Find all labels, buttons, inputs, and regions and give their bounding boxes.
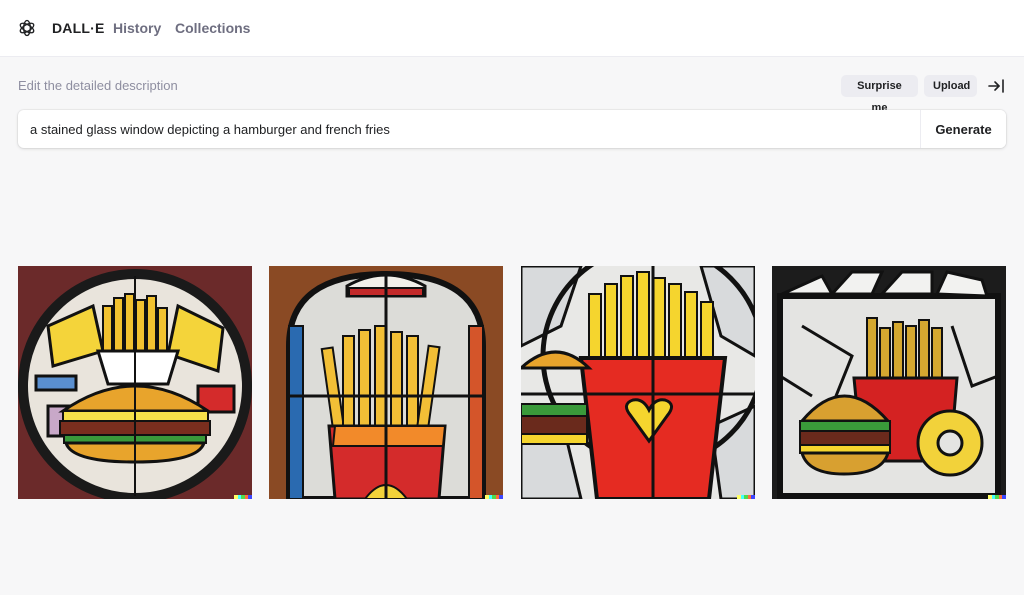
watermark — [485, 495, 503, 499]
generated-image — [18, 266, 252, 499]
arrow-to-right-icon[interactable] — [987, 78, 1005, 94]
nav-collections[interactable]: Collections — [175, 20, 250, 36]
generated-image — [521, 266, 755, 499]
prompt-label: Edit the detailed description — [18, 78, 178, 93]
watermark — [988, 495, 1006, 499]
result-image-2[interactable] — [269, 266, 503, 499]
result-image-4[interactable] — [772, 266, 1006, 499]
nav-history[interactable]: History — [113, 20, 161, 36]
generated-image — [269, 266, 503, 499]
prompt-bar: Generate — [18, 110, 1006, 148]
upload-button[interactable]: Upload — [924, 75, 977, 97]
result-image-3[interactable] — [521, 266, 755, 499]
result-image-1[interactable] — [18, 266, 252, 499]
watermark — [234, 495, 252, 499]
top-bar: DALL·E History Collections — [0, 0, 1024, 57]
prompt-input[interactable] — [18, 110, 920, 148]
surprise-me-button[interactable]: Surprise me — [841, 75, 918, 114]
openai-logo-icon[interactable] — [17, 18, 37, 38]
generate-button[interactable]: Generate — [920, 110, 1006, 148]
watermark — [737, 495, 755, 499]
generated-image — [772, 266, 1006, 499]
brand-title[interactable]: DALL·E — [52, 20, 105, 36]
